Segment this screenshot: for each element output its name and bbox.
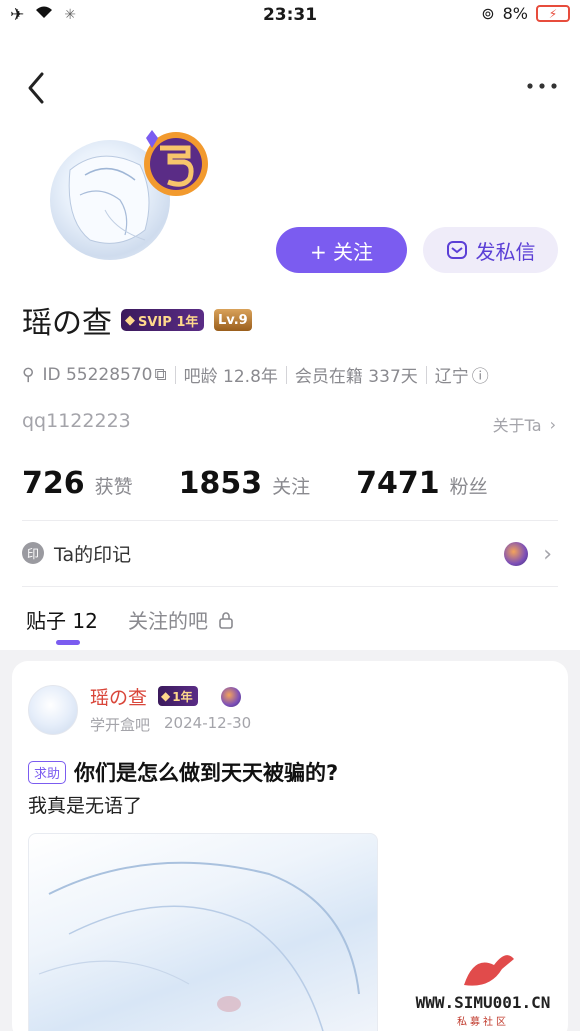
stat-likes[interactable]: 726 获赞 xyxy=(22,466,133,501)
tab-posts[interactable]: 贴子 12 xyxy=(26,605,98,634)
stat-value: 1853 xyxy=(178,466,263,501)
tab-active-indicator xyxy=(56,640,80,645)
post-body: 我真是无语了 xyxy=(28,795,143,817)
mark-badge-icon xyxy=(504,542,528,566)
divider xyxy=(22,520,558,521)
stat-label: 粉丝 xyxy=(449,476,488,498)
back-button[interactable] xyxy=(22,68,52,108)
location: 辽宁 xyxy=(434,367,469,387)
post-tag: 求助 xyxy=(28,760,67,784)
post-title-row: 求助 你们是怎么做到天天被骗的? xyxy=(28,757,338,787)
post-meta: 学开盒吧 2024-12-30 xyxy=(90,714,251,735)
follow-button[interactable]: + 关注 xyxy=(276,227,407,273)
lock-icon xyxy=(219,611,233,629)
stat-fans[interactable]: 7471 粉丝 xyxy=(356,466,488,501)
post-illustration xyxy=(38,861,360,1031)
diamond-icon: ◆ xyxy=(125,312,135,328)
post-title: 你们是怎么做到天天被骗的? xyxy=(74,761,339,785)
diamond-icon: ◆ xyxy=(161,689,171,703)
divider xyxy=(285,365,287,384)
mail-icon xyxy=(446,241,467,259)
post-mark-badge-icon xyxy=(221,687,241,707)
copy-icon[interactable]: ⧉ xyxy=(155,365,167,385)
post-author-avatar[interactable] xyxy=(28,685,78,735)
stat-value: 726 xyxy=(22,466,85,501)
marks-label: Ta的印记 xyxy=(54,543,132,566)
level-badge[interactable]: Lv.9 xyxy=(214,309,252,331)
watermark-sub: 私募社区 xyxy=(457,1017,509,1028)
member-days: 会员在籍 337天 xyxy=(294,367,418,387)
watermark-url: WWW.SIMU001.CN xyxy=(415,993,551,1012)
svip-label: SVIP 1年 xyxy=(138,314,199,330)
divider xyxy=(425,365,427,384)
battery-icon: ⚡ xyxy=(536,5,570,22)
more-dots-icon xyxy=(527,83,557,89)
watermark: WWW.SIMU001.CN 私募社区 xyxy=(394,945,572,1028)
post-image[interactable] xyxy=(28,833,378,1031)
battery-percent: 8% xyxy=(502,4,528,23)
follow-button-label: + 关注 xyxy=(309,239,374,264)
status-bar: ✈ ✳ 23:31 ⊚ 8% ⚡ xyxy=(0,0,580,30)
post-vip-badge: ◆ 1年 xyxy=(158,686,198,706)
profile-meta: ⚲ ID 55228570 ⧉ 吧龄 12.8年 会员在籍 337天 辽宁 ⓘ xyxy=(22,362,489,388)
key-icon: ⚲ xyxy=(22,364,35,385)
watermark-logo-icon xyxy=(464,955,514,986)
post-vip-label: 1年 xyxy=(172,689,193,704)
tab-label: 关注的吧 xyxy=(128,609,208,633)
stat-value: 7471 xyxy=(356,466,440,501)
stat-following[interactable]: 1853 关注 xyxy=(179,466,311,501)
rotation-lock-icon: ⊚ xyxy=(481,4,495,23)
about-label: 关于Ta xyxy=(492,416,542,435)
seal-icon: 印 xyxy=(22,542,44,564)
message-button-label: 发私信 xyxy=(475,239,536,264)
more-button[interactable] xyxy=(524,80,560,96)
help-icon[interactable]: ⓘ xyxy=(472,362,489,387)
username: 瑶の查 xyxy=(22,306,112,341)
divider xyxy=(174,365,176,384)
chevron-right-icon: › xyxy=(543,542,552,567)
marks-row[interactable]: 印 Ta的印记 › xyxy=(22,538,558,568)
stat-label: 获赞 xyxy=(94,476,133,498)
message-button[interactable]: 发私信 xyxy=(423,227,558,273)
post-forum[interactable]: 学开盒吧 xyxy=(90,714,150,735)
stats-row: 726 获赞 1853 关注 7471 粉丝 xyxy=(22,466,534,501)
nickname: qq1122223 xyxy=(22,410,131,432)
chevron-right-icon: › xyxy=(549,414,556,434)
bar-age: 吧龄 12.8年 xyxy=(183,367,278,387)
vip-crest-icon xyxy=(138,128,210,200)
tab-followed-bars[interactable]: 关注的吧 xyxy=(128,605,234,634)
divider xyxy=(22,586,558,587)
chevron-left-icon xyxy=(28,72,44,104)
svip-badge[interactable]: ◆ SVIP 1年 xyxy=(121,309,205,331)
post-date: 2024-12-30 xyxy=(164,714,252,732)
post-author-name[interactable]: 瑶の查 xyxy=(90,683,147,710)
status-right-icons: ⊚ 8% ⚡ xyxy=(481,4,570,23)
about-link[interactable]: 关于Ta › xyxy=(493,412,556,436)
user-id: ID 55228570 xyxy=(42,364,153,385)
stat-label: 关注 xyxy=(272,476,311,498)
